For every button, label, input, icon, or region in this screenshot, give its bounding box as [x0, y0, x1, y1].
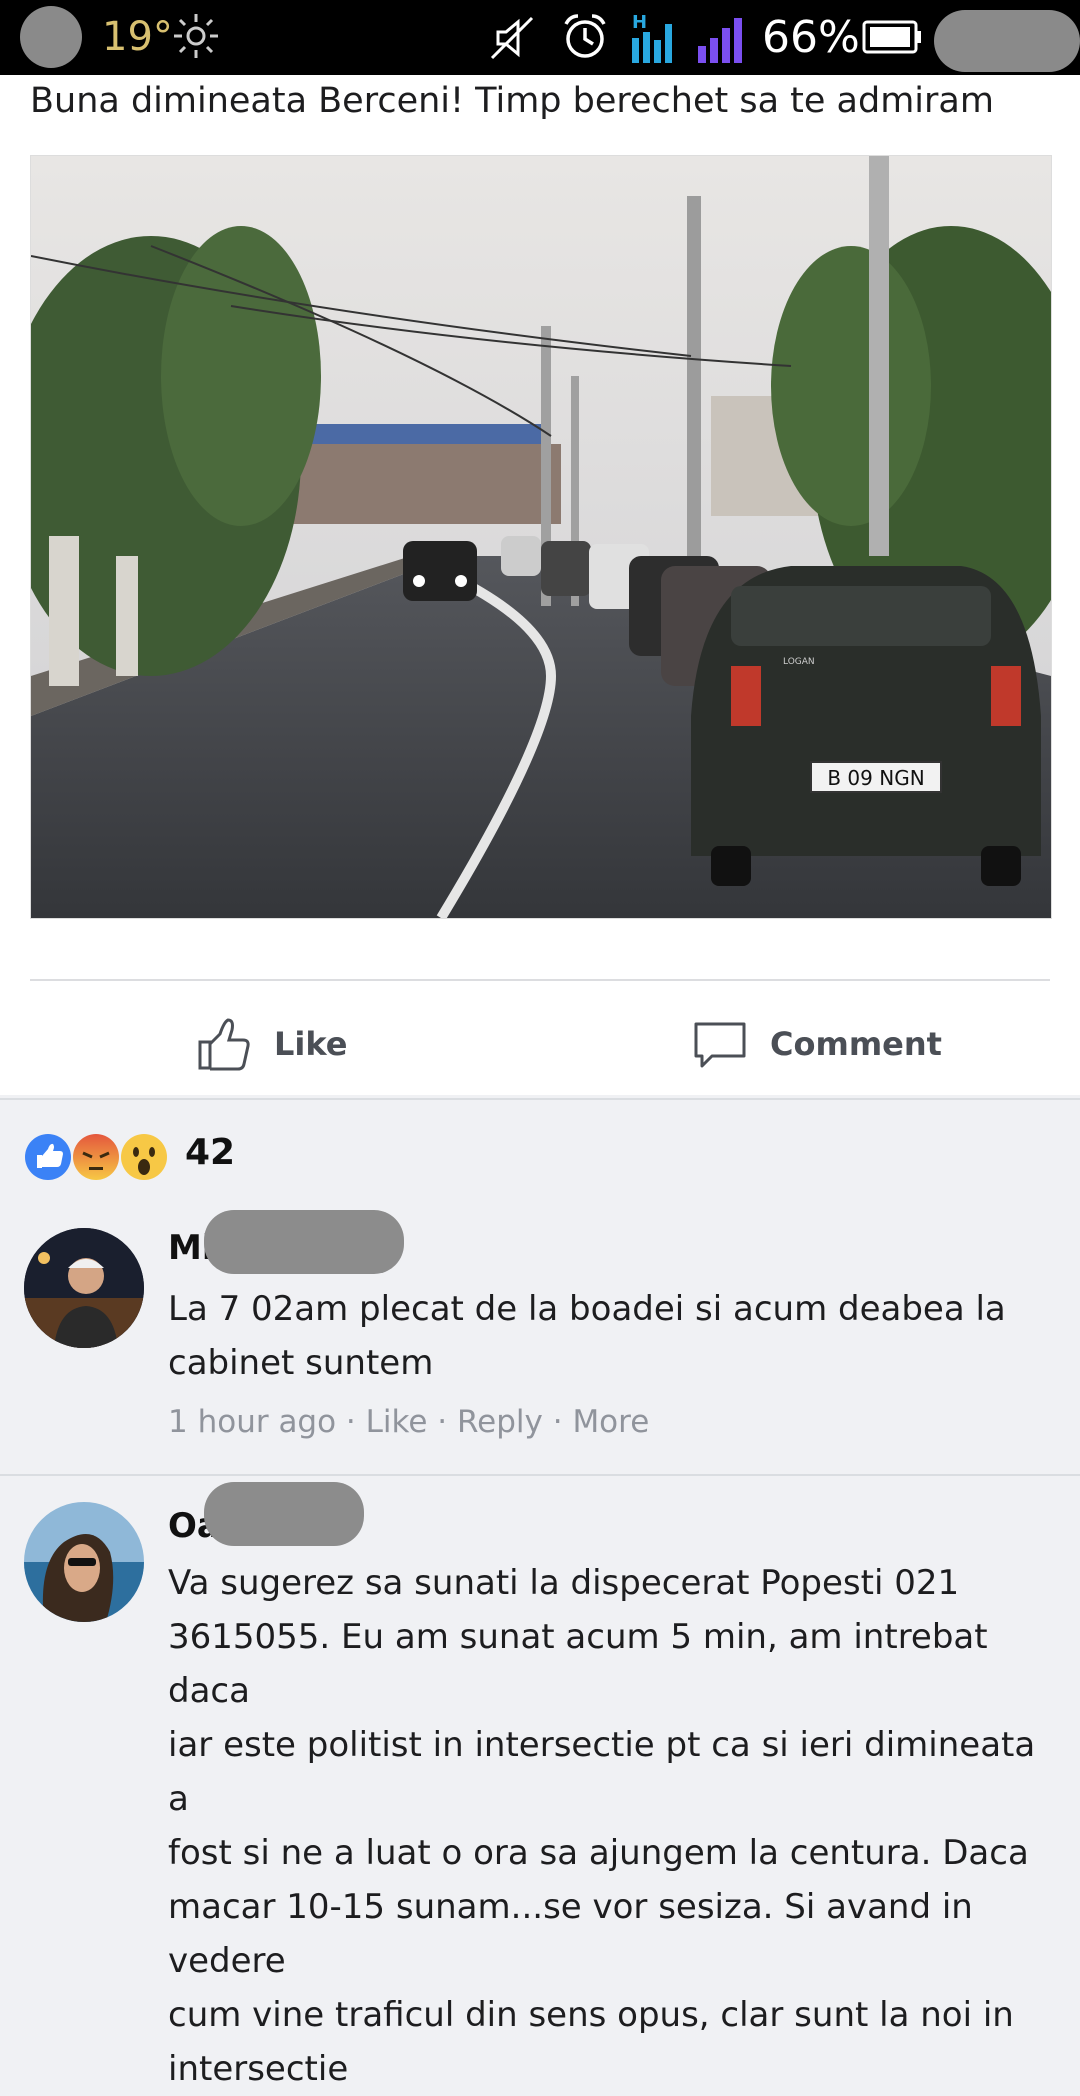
like-label: Like: [274, 1025, 348, 1063]
comment-reply-link[interactable]: Reply: [457, 1404, 543, 1440]
meta-separator: ·: [427, 1404, 458, 1440]
comment-text: Va sugerez sa sunati la dispecerat Popes…: [168, 1556, 1048, 2096]
comment-line: intersectie: [168, 2049, 349, 2089]
comment-line: Va sugerez sa sunati la dispecerat Popes…: [168, 1563, 960, 1603]
comment-icon: [694, 1022, 746, 1068]
comment-line: macar 10-15 sunam...se vor sesiza. Si av…: [168, 1887, 973, 1981]
mute-icon: [490, 16, 534, 60]
svg-text:H: H: [632, 12, 647, 33]
post-photo[interactable]: B 09 NGN LOGAN: [30, 155, 1052, 919]
traffic-photo: B 09 NGN LOGAN: [31, 156, 1051, 918]
comment-meta: 1 hour ago · Like · Reply · More: [168, 1404, 649, 1440]
battery-icon: [862, 20, 921, 54]
weather-sun-icon: [174, 14, 218, 58]
comment-time: 1 hour ago: [168, 1404, 337, 1440]
comment-button[interactable]: Comment: [692, 1009, 942, 1079]
comment-like-link[interactable]: Like: [366, 1404, 428, 1440]
comment-line: La 7 02am plecat de la boadei si acum de…: [168, 1289, 1006, 1329]
avatar-photo: [24, 1502, 144, 1622]
wow-reaction-icon: [121, 1134, 167, 1180]
license-plate: B 09 NGN: [827, 766, 924, 790]
meta-separator: ·: [336, 1404, 366, 1440]
status-avatar-blur: [20, 6, 82, 68]
divider: [30, 979, 1050, 981]
avatar[interactable]: [24, 1502, 144, 1622]
reactions-summary[interactable]: 42: [0, 1098, 1080, 1206]
comment-line: fost si ne a luat o ora sa ajungem la ce…: [168, 1833, 1029, 1873]
signal-icon: [698, 18, 742, 63]
name-redaction: [204, 1210, 404, 1274]
reaction-count: 42: [185, 1132, 236, 1173]
like-reaction-icon: [25, 1134, 71, 1180]
status-bar: 19° H 66%: [0, 0, 1080, 75]
angry-reaction-icon: [73, 1134, 119, 1180]
name-redaction: [204, 1482, 364, 1546]
temperature-text: 19°: [102, 14, 173, 60]
comment-line: cabinet suntem: [168, 1343, 434, 1383]
thumbs-up-icon: [198, 1018, 250, 1071]
comment-item: Oa Va sugerez sa sunati la dispecerat Po…: [0, 1476, 1080, 2089]
meta-separator: ·: [542, 1404, 573, 1440]
comment-line: cum vine traficul din sens opus, clar su…: [168, 1995, 1014, 2035]
avatar-photo: [24, 1228, 144, 1348]
signal-h-icon: H: [632, 12, 672, 63]
battery-percent: 66%: [762, 12, 860, 63]
car-badge: LOGAN: [783, 657, 815, 667]
post-text: Buna dimineata Berceni! Timp berechet sa…: [30, 81, 994, 121]
post-card: Buna dimineata Berceni! Timp berechet sa…: [0, 75, 1080, 1095]
alarm-icon: [564, 14, 606, 58]
comment-item: Mi e La 7 02am plecat de la boadei si ac…: [0, 1204, 1080, 1476]
like-button[interactable]: Like: [196, 1009, 347, 1079]
comment-text: La 7 02am plecat de la boadei si acum de…: [168, 1282, 1048, 1390]
comment-label: Comment: [770, 1025, 942, 1063]
comment-more-link[interactable]: More: [572, 1404, 649, 1440]
comment-line: 3615055. Eu am sunat acum 5 min, am intr…: [168, 1617, 988, 1711]
avatar[interactable]: [24, 1228, 144, 1348]
comment-line: iar este politist in intersectie pt ca s…: [168, 1725, 1036, 1819]
status-blur-redaction: [934, 10, 1080, 72]
